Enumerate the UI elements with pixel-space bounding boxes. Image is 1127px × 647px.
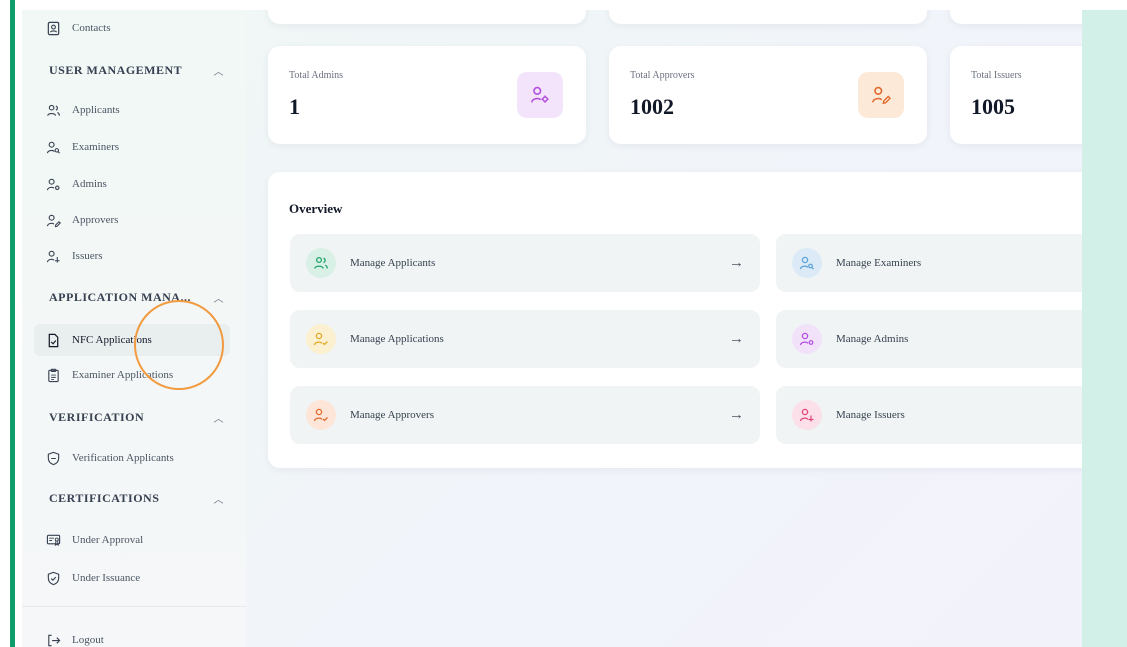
- user-search-icon: [792, 248, 822, 278]
- stat-card-total-approvers: Total Approvers 1002: [609, 46, 927, 144]
- sidebar-item-under-issuance[interactable]: Under Issuance: [46, 566, 140, 590]
- sidebar-item-admins[interactable]: Admins: [46, 172, 107, 196]
- stat-card-total-admins: Total Admins 1: [268, 46, 586, 144]
- sidebar-item-label: Approvers: [72, 214, 119, 226]
- users-icon: [47, 104, 60, 116]
- tile-label: Manage Approvers: [350, 409, 435, 421]
- top-card-partial: [609, 10, 927, 24]
- certificate-icon: [46, 534, 61, 546]
- section-title: CERTIFICATIONS: [49, 491, 160, 505]
- user-admin-icon: [792, 324, 822, 354]
- sidebar: Contacts USER MANAGEMENT ︿ Applicants Ex…: [22, 10, 247, 647]
- stat-value: 1005: [971, 94, 1015, 119]
- users-icon: [306, 248, 336, 278]
- chevron-up-icon[interactable]: ︿: [214, 410, 225, 425]
- app-shell: Contacts USER MANAGEMENT ︿ Applicants Ex…: [22, 10, 1082, 647]
- main-content: Total Admins 1 Total Approvers 1002 Tota…: [246, 10, 1082, 647]
- section-certifications[interactable]: CERTIFICATIONS ︿: [49, 491, 224, 506]
- arrow-right-icon: →: [729, 254, 744, 271]
- stat-label: Total Issuers: [971, 70, 1022, 81]
- chevron-up-icon[interactable]: ︿: [214, 290, 225, 305]
- stat-label: Total Approvers: [630, 70, 695, 81]
- arrow-right-icon: →: [729, 330, 744, 347]
- cursor-highlight-ring: [134, 300, 224, 390]
- section-title: VERIFICATION: [49, 410, 145, 424]
- sidebar-item-contacts[interactable]: Contacts: [46, 16, 111, 40]
- user-issue-icon: [46, 250, 60, 263]
- admin-gear-icon: [46, 178, 60, 190]
- logout-button[interactable]: Logout: [46, 628, 104, 647]
- tile-label: Manage Examiners: [836, 257, 922, 269]
- sidebar-item-label: Admins: [72, 178, 107, 190]
- sidebar-item-applicants[interactable]: Applicants: [46, 98, 120, 122]
- logout-label: Logout: [72, 634, 104, 646]
- section-user-management[interactable]: USER MANAGEMENT ︿: [49, 63, 224, 78]
- tile-manage-applicants[interactable]: Manage Applicants →: [290, 234, 760, 292]
- stat-card-total-issuers: Total Issuers 1005: [950, 46, 1082, 144]
- top-card-partial: [268, 10, 586, 24]
- document-icon: [48, 333, 59, 347]
- clipboard-icon: [48, 368, 59, 382]
- stat-value: 1: [289, 94, 300, 119]
- sidebar-divider: [22, 606, 246, 607]
- right-edge-panel: [1082, 10, 1127, 647]
- sidebar-item-label: Verification Applicants: [72, 452, 174, 464]
- approver-edit-icon: [858, 72, 904, 118]
- admin-gear-icon: [517, 72, 563, 118]
- tile-label: Manage Applicants: [350, 257, 436, 269]
- overview-title: Overview: [289, 201, 343, 216]
- sidebar-item-examiners[interactable]: Examiners: [46, 135, 119, 159]
- section-application-management[interactable]: APPLICATION MANA... ︿: [49, 290, 224, 305]
- stat-label: Total Admins: [289, 70, 344, 81]
- user-issue-icon: [792, 400, 822, 430]
- logout-icon: [48, 634, 61, 646]
- stat-value: 1002: [630, 94, 674, 119]
- shield-check-icon: [47, 571, 60, 585]
- tile-label: Manage Issuers: [836, 409, 905, 421]
- tile-manage-approvers[interactable]: Manage Approvers →: [290, 386, 760, 444]
- user-approve-icon: [306, 400, 336, 430]
- tile-manage-applications[interactable]: Manage Applications →: [290, 310, 760, 368]
- tile-label: Manage Admins: [836, 333, 909, 345]
- approver-edit-icon: [46, 214, 61, 227]
- tile-label: Manage Applications: [350, 333, 444, 345]
- overview-panel: Overview Manage Applicants → Manage Exam…: [268, 172, 1082, 468]
- arrow-right-icon: →: [729, 406, 744, 423]
- sidebar-item-label: Applicants: [72, 104, 120, 116]
- section-title: USER MANAGEMENT: [49, 63, 183, 77]
- sidebar-item-under-approval[interactable]: Under Approval: [46, 528, 143, 552]
- sidebar-item-label: Under Issuance: [72, 572, 141, 584]
- left-accent-bar: [10, 0, 15, 647]
- tile-manage-examiners[interactable]: Manage Examiners: [776, 234, 1082, 292]
- contacts-icon: [47, 21, 60, 35]
- tile-manage-issuers[interactable]: Manage Issuers: [776, 386, 1082, 444]
- tile-manage-admins[interactable]: Manage Admins: [776, 310, 1082, 368]
- chevron-up-icon[interactable]: ︿: [214, 491, 225, 506]
- section-verification[interactable]: VERIFICATION ︿: [49, 410, 224, 425]
- chevron-up-icon[interactable]: ︿: [214, 63, 225, 78]
- user-search-icon: [46, 141, 60, 154]
- sidebar-item-verification-applicants[interactable]: Verification Applicants: [46, 446, 174, 470]
- sidebar-item-label: Under Approval: [72, 534, 144, 546]
- sidebar-item-label: Issuers: [72, 250, 103, 262]
- sidebar-item-label: Examiners: [72, 141, 120, 153]
- sidebar-item-approvers[interactable]: Approvers: [46, 208, 118, 232]
- shield-icon: [47, 451, 60, 465]
- top-card-partial: [950, 10, 1082, 24]
- sidebar-item-issuers[interactable]: Issuers: [46, 244, 103, 268]
- user-check-icon: [306, 324, 336, 354]
- sidebar-item-label: Contacts: [72, 22, 111, 34]
